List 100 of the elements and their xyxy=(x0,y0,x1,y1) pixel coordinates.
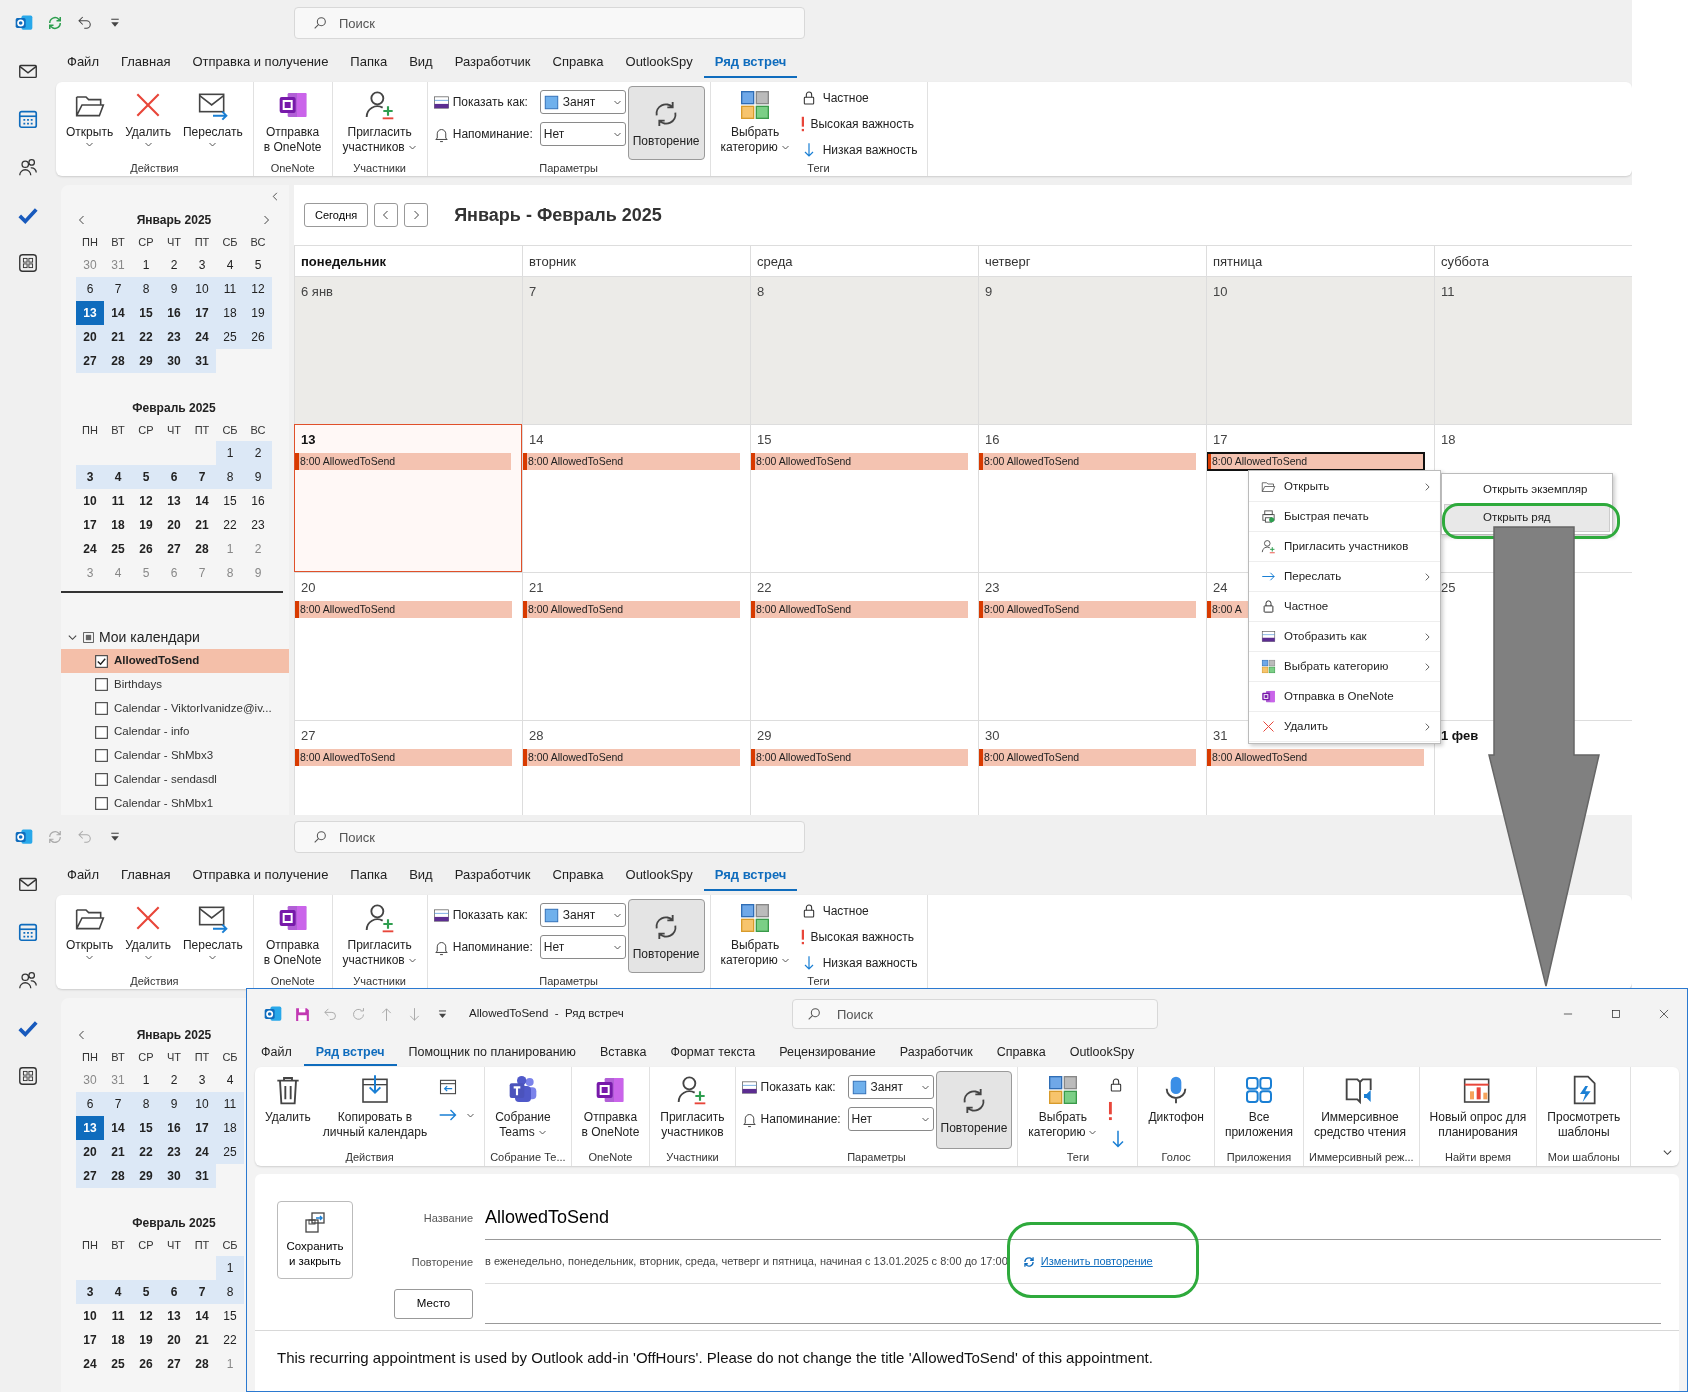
menu-item[interactable]: Отобразить как xyxy=(1249,622,1440,652)
calendar-day[interactable]: 17 xyxy=(188,301,216,326)
calendar-day[interactable]: 10 xyxy=(76,489,104,514)
event[interactable]: 8:00 AllowedToSend xyxy=(523,749,740,766)
ribbon-button[interactable]: Открыть xyxy=(61,899,119,973)
menu-tab[interactable]: OutlookSpy xyxy=(614,861,704,891)
event[interactable]: 8:00 AllowedToSend xyxy=(523,453,740,470)
toggle-button[interactable]: Повторение xyxy=(627,86,705,160)
calendar-day[interactable]: 20 xyxy=(76,325,104,350)
calendar-day[interactable]: 25 xyxy=(104,537,132,562)
calendar-day[interactable]: 1 xyxy=(216,1256,244,1280)
calendar-day[interactable]: 5 xyxy=(132,1280,160,1304)
ribbon-button[interactable]: Удалить xyxy=(120,86,176,160)
menu-tab[interactable]: Вид xyxy=(398,861,444,891)
calendar-day[interactable]: 25 xyxy=(216,325,244,350)
calendar-day[interactable]: 26 xyxy=(244,325,272,350)
menu-item[interactable]: Переслать xyxy=(1249,562,1440,592)
calendar-day[interactable]: 21 xyxy=(188,513,216,538)
ribbon-button[interactable]: Удалить xyxy=(120,899,176,973)
calendar-day[interactable]: 3 xyxy=(188,1068,216,1092)
calendar-day[interactable]: 11 xyxy=(216,277,244,302)
calendar-day[interactable]: 18 xyxy=(216,301,244,326)
search-field[interactable]: Поиск xyxy=(792,999,1158,1029)
menu-tab[interactable]: Файл xyxy=(56,861,110,891)
calendar-day[interactable]: 2 xyxy=(244,441,272,466)
menu-tab[interactable]: Папка xyxy=(339,48,399,78)
save-close-button[interactable]: Сохранить и закрыть xyxy=(277,1201,353,1279)
title-field[interactable]: AllowedToSend xyxy=(485,1196,1661,1240)
search-field[interactable]: Поиск xyxy=(294,821,805,853)
menu-tab[interactable]: Разработчик xyxy=(443,861,542,891)
ribbon-button[interactable]: Иммерсивное средство чтения xyxy=(1309,1071,1411,1149)
calendar-day[interactable]: 7 xyxy=(188,465,216,490)
calendar-list-item[interactable]: Calendar - ShMbx1 xyxy=(61,791,289,815)
calendar-day[interactable]: 9 xyxy=(244,465,272,490)
menu-tab[interactable]: Формат текста xyxy=(658,1039,768,1067)
calendar-day[interactable]: 6 xyxy=(76,1092,104,1116)
ribbon-button[interactable]: Отправка в OneNote xyxy=(576,1071,645,1149)
calendar-day[interactable]: 9 xyxy=(160,1092,188,1116)
calendar-day[interactable]: 21 xyxy=(104,325,132,350)
calendar-day[interactable]: 29 xyxy=(132,1164,160,1188)
calendar-day[interactable]: 23 xyxy=(160,325,188,350)
calendar-day[interactable]: 14 xyxy=(104,301,132,326)
calendar-day[interactable]: 15 xyxy=(216,1304,244,1328)
calendar-day[interactable]: 15 xyxy=(132,301,160,326)
event[interactable]: 8:00 AllowedToSend xyxy=(979,453,1196,470)
calendar-day[interactable]: 3 xyxy=(76,1280,104,1304)
ribbon-button[interactable]: Пригласить участников xyxy=(655,1071,730,1149)
calendar-day[interactable]: 1 xyxy=(132,1068,160,1092)
menu-item[interactable]: Удалить xyxy=(1249,712,1440,742)
calendar-day[interactable]: 10 xyxy=(188,277,216,302)
calendar-day[interactable]: 22 xyxy=(216,1328,244,1352)
menu-item[interactable]: Открыть экземпляр xyxy=(1444,476,1610,504)
menu-tab[interactable]: Главная xyxy=(109,48,182,78)
menu-tab[interactable]: Отправка и получение xyxy=(181,48,340,78)
calendar-day[interactable]: 22 xyxy=(132,1140,160,1164)
event[interactable]: 8:00 AllowedToSend xyxy=(295,601,512,618)
calendar-day[interactable]: 27 xyxy=(160,1352,188,1376)
menu-tab[interactable]: OutlookSpy xyxy=(1057,1039,1147,1067)
calendar-day[interactable]: 28 xyxy=(104,349,132,374)
calendar-day[interactable]: 18 xyxy=(104,1328,132,1352)
calendar-day[interactable]: 19 xyxy=(132,1328,160,1352)
ribbon-button[interactable]: Выбрать категорию xyxy=(1023,1071,1103,1149)
calendar-day[interactable]: 11 xyxy=(104,1304,132,1328)
calendar-day[interactable]: 8 xyxy=(132,277,160,302)
calendar-day[interactable]: 13 xyxy=(160,489,188,514)
calendar-day[interactable]: 19 xyxy=(132,513,160,538)
calendar-day[interactable]: 4 xyxy=(104,465,132,490)
menu-tab[interactable]: Главная xyxy=(109,861,182,891)
toggle-button[interactable]: Повторение xyxy=(935,1071,1013,1149)
calendar-day[interactable]: 6 xyxy=(160,1280,188,1304)
menu-tab[interactable]: Папка xyxy=(339,861,399,891)
menu-tab[interactable]: Файл xyxy=(249,1039,304,1067)
event[interactable]: 8:00 AllowedToSend xyxy=(979,601,1196,618)
calendar-day[interactable]: 20 xyxy=(160,1328,188,1352)
menu-tab[interactable]: Ряд встреч xyxy=(703,861,798,891)
calendar-day[interactable]: 24 xyxy=(76,1352,104,1376)
ribbon-button[interactable]: Новый опрос для планирования xyxy=(1424,1071,1532,1149)
event[interactable]: 8:00 AllowedToSend xyxy=(295,453,511,470)
menu-tab[interactable]: Помощник по планированию xyxy=(396,1039,588,1067)
calendar-day[interactable]: 28 xyxy=(188,1352,216,1376)
menu-item[interactable]: Открыть xyxy=(1249,472,1440,502)
location-button[interactable]: Место xyxy=(394,1289,473,1319)
calendar-day[interactable]: 2 xyxy=(160,1068,188,1092)
calendar-day[interactable]: 17 xyxy=(76,513,104,538)
menu-item[interactable]: Частное xyxy=(1249,592,1440,622)
calendar-day[interactable]: 26 xyxy=(132,537,160,562)
event[interactable]: 8:00 AllowedToSend xyxy=(979,749,1196,766)
menu-tab[interactable]: Отправка и получение xyxy=(181,861,340,891)
menu-tab[interactable]: Файл xyxy=(56,48,110,78)
ribbon-button[interactable]: Удалить xyxy=(260,1071,316,1149)
menu-item[interactable]: Выбрать категорию xyxy=(1249,652,1440,682)
event[interactable]: 8:00 AllowedToSend xyxy=(1207,749,1424,766)
calendar-day[interactable]: 16 xyxy=(244,489,272,514)
ribbon-button[interactable]: Низкая важность xyxy=(796,140,922,160)
ribbon-button[interactable]: Переслать xyxy=(177,899,248,973)
ribbon-button[interactable]: Выбрать категорию xyxy=(715,86,795,160)
calendar-day[interactable]: 12 xyxy=(132,489,160,514)
calendar-day[interactable]: 27 xyxy=(76,1164,104,1188)
calendar-day[interactable]: 13 xyxy=(76,301,104,326)
calendar-list-item[interactable]: Calendar - ShMbx3 xyxy=(61,743,289,768)
